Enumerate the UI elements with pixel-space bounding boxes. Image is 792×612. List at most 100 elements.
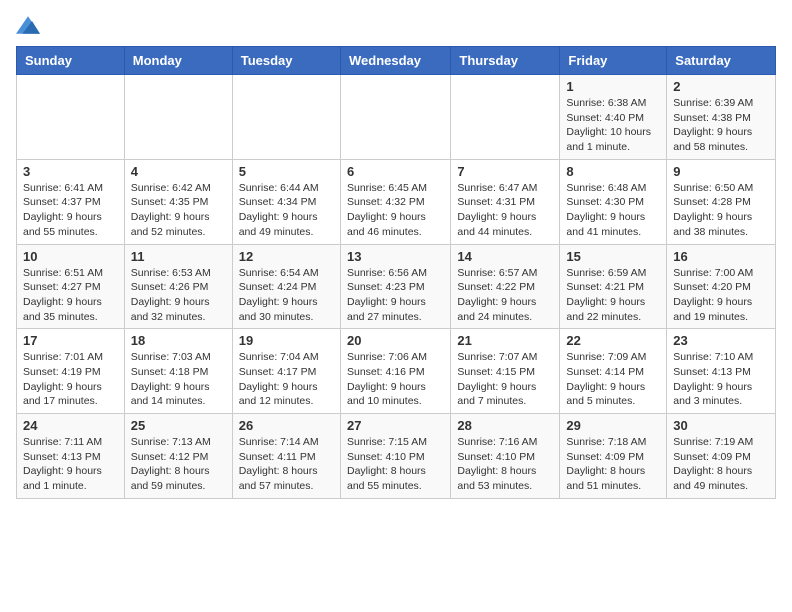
day-detail: Sunrise: 7:07 AM Sunset: 4:15 PM Dayligh… <box>457 350 553 409</box>
day-detail: Sunrise: 6:44 AM Sunset: 4:34 PM Dayligh… <box>239 181 334 240</box>
day-number: 30 <box>673 418 769 433</box>
day-number: 2 <box>673 79 769 94</box>
calendar-body: 1 Sunrise: 6:38 AM Sunset: 4:40 PM Daylig… <box>17 75 776 499</box>
calendar-week-2: 3Sunrise: 6:41 AM Sunset: 4:37 PM Daylig… <box>17 159 776 244</box>
day-detail: Sunrise: 7:03 AM Sunset: 4:18 PM Dayligh… <box>131 350 226 409</box>
day-number: 22 <box>566 333 660 348</box>
calendar-cell: 23 Sunrise: 7:10 AM Sunset: 4:13 PM Dayli… <box>667 329 776 414</box>
calendar-cell: 6Sunrise: 6:45 AM Sunset: 4:32 PM Daylig… <box>340 159 450 244</box>
calendar-week-3: 10 Sunrise: 6:51 AM Sunset: 4:27 PM Dayli… <box>17 244 776 329</box>
calendar-cell: 3Sunrise: 6:41 AM Sunset: 4:37 PM Daylig… <box>17 159 125 244</box>
calendar-cell: 7 Sunrise: 6:47 AM Sunset: 4:31 PM Daylig… <box>451 159 560 244</box>
day-detail: Sunrise: 7:15 AM Sunset: 4:10 PM Dayligh… <box>347 435 444 494</box>
day-number: 10 <box>23 249 118 264</box>
calendar-week-4: 17 Sunrise: 7:01 AM Sunset: 4:19 PM Dayli… <box>17 329 776 414</box>
day-detail: Sunrise: 7:18 AM Sunset: 4:09 PM Dayligh… <box>566 435 660 494</box>
day-number: 13 <box>347 249 444 264</box>
day-number: 26 <box>239 418 334 433</box>
calendar-cell: 27 Sunrise: 7:15 AM Sunset: 4:10 PM Dayli… <box>340 414 450 499</box>
day-number: 29 <box>566 418 660 433</box>
calendar-cell: 22 Sunrise: 7:09 AM Sunset: 4:14 PM Dayli… <box>560 329 667 414</box>
day-number: 4 <box>131 164 226 179</box>
logo-icon <box>16 16 40 34</box>
day-detail: Sunrise: 7:09 AM Sunset: 4:14 PM Dayligh… <box>566 350 660 409</box>
header-cell-sunday: Sunday <box>17 47 125 75</box>
calendar-cell <box>451 75 560 160</box>
calendar-cell: 8 Sunrise: 6:48 AM Sunset: 4:30 PM Daylig… <box>560 159 667 244</box>
day-detail: Sunrise: 6:59 AM Sunset: 4:21 PM Dayligh… <box>566 266 660 325</box>
day-detail: Sunrise: 6:47 AM Sunset: 4:31 PM Dayligh… <box>457 181 553 240</box>
calendar-cell: 5 Sunrise: 6:44 AM Sunset: 4:34 PM Daylig… <box>232 159 340 244</box>
calendar-cell: 21 Sunrise: 7:07 AM Sunset: 4:15 PM Dayli… <box>451 329 560 414</box>
day-detail: Sunrise: 7:01 AM Sunset: 4:19 PM Dayligh… <box>23 350 118 409</box>
header-cell-tuesday: Tuesday <box>232 47 340 75</box>
calendar-cell: 12Sunrise: 6:54 AM Sunset: 4:24 PM Dayli… <box>232 244 340 329</box>
calendar-cell: 4 Sunrise: 6:42 AM Sunset: 4:35 PM Daylig… <box>124 159 232 244</box>
calendar-cell: 26 Sunrise: 7:14 AM Sunset: 4:11 PM Dayli… <box>232 414 340 499</box>
day-number: 14 <box>457 249 553 264</box>
day-number: 16 <box>673 249 769 264</box>
day-detail: Sunrise: 6:57 AM Sunset: 4:22 PM Dayligh… <box>457 266 553 325</box>
page-header <box>16 16 776 34</box>
day-detail: Sunrise: 7:16 AM Sunset: 4:10 PM Dayligh… <box>457 435 553 494</box>
day-number: 6 <box>347 164 444 179</box>
calendar-cell: 10 Sunrise: 6:51 AM Sunset: 4:27 PM Dayli… <box>17 244 125 329</box>
calendar-cell: 19 Sunrise: 7:04 AM Sunset: 4:17 PM Dayli… <box>232 329 340 414</box>
calendar-cell: 1 Sunrise: 6:38 AM Sunset: 4:40 PM Daylig… <box>560 75 667 160</box>
day-number: 15 <box>566 249 660 264</box>
calendar-cell: 25Sunrise: 7:13 AM Sunset: 4:12 PM Dayli… <box>124 414 232 499</box>
calendar-cell: 24 Sunrise: 7:11 AM Sunset: 4:13 PM Dayli… <box>17 414 125 499</box>
calendar-cell: 17 Sunrise: 7:01 AM Sunset: 4:19 PM Dayli… <box>17 329 125 414</box>
calendar-cell <box>124 75 232 160</box>
day-number: 1 <box>566 79 660 94</box>
day-number: 23 <box>673 333 769 348</box>
day-detail: Sunrise: 6:42 AM Sunset: 4:35 PM Dayligh… <box>131 181 226 240</box>
calendar-cell: 28 Sunrise: 7:16 AM Sunset: 4:10 PM Dayli… <box>451 414 560 499</box>
day-detail: Sunrise: 7:04 AM Sunset: 4:17 PM Dayligh… <box>239 350 334 409</box>
day-number: 19 <box>239 333 334 348</box>
day-number: 5 <box>239 164 334 179</box>
calendar-cell: 30 Sunrise: 7:19 AM Sunset: 4:09 PM Dayli… <box>667 414 776 499</box>
header-cell-thursday: Thursday <box>451 47 560 75</box>
calendar-cell <box>232 75 340 160</box>
header-cell-monday: Monday <box>124 47 232 75</box>
calendar-week-5: 24 Sunrise: 7:11 AM Sunset: 4:13 PM Dayli… <box>17 414 776 499</box>
day-detail: Sunrise: 6:38 AM Sunset: 4:40 PM Dayligh… <box>566 96 660 155</box>
day-detail: Sunrise: 7:14 AM Sunset: 4:11 PM Dayligh… <box>239 435 334 494</box>
day-detail: Sunrise: 6:56 AM Sunset: 4:23 PM Dayligh… <box>347 266 444 325</box>
header-cell-wednesday: Wednesday <box>340 47 450 75</box>
day-detail: Sunrise: 7:10 AM Sunset: 4:13 PM Dayligh… <box>673 350 769 409</box>
day-number: 24 <box>23 418 118 433</box>
day-detail: Sunrise: 6:41 AM Sunset: 4:37 PM Dayligh… <box>23 181 118 240</box>
day-detail: Sunrise: 7:00 AM Sunset: 4:20 PM Dayligh… <box>673 266 769 325</box>
day-detail: Sunrise: 6:51 AM Sunset: 4:27 PM Dayligh… <box>23 266 118 325</box>
calendar-cell: 16 Sunrise: 7:00 AM Sunset: 4:20 PM Dayli… <box>667 244 776 329</box>
day-number: 28 <box>457 418 553 433</box>
day-detail: Sunrise: 7:06 AM Sunset: 4:16 PM Dayligh… <box>347 350 444 409</box>
calendar-cell: 20 Sunrise: 7:06 AM Sunset: 4:16 PM Dayli… <box>340 329 450 414</box>
day-detail: Sunrise: 6:48 AM Sunset: 4:30 PM Dayligh… <box>566 181 660 240</box>
calendar-cell: 14 Sunrise: 6:57 AM Sunset: 4:22 PM Dayli… <box>451 244 560 329</box>
calendar-cell: 2 Sunrise: 6:39 AM Sunset: 4:38 PM Daylig… <box>667 75 776 160</box>
calendar-header: SundayMondayTuesdayWednesdayThursdayFrid… <box>17 47 776 75</box>
calendar-week-1: 1 Sunrise: 6:38 AM Sunset: 4:40 PM Daylig… <box>17 75 776 160</box>
day-number: 25 <box>131 418 226 433</box>
calendar-cell: 18 Sunrise: 7:03 AM Sunset: 4:18 PM Dayli… <box>124 329 232 414</box>
day-number: 11 <box>131 249 226 264</box>
day-number: 27 <box>347 418 444 433</box>
day-number: 17 <box>23 333 118 348</box>
day-number: 20 <box>347 333 444 348</box>
day-detail: Sunrise: 7:11 AM Sunset: 4:13 PM Dayligh… <box>23 435 118 494</box>
calendar-cell: 9 Sunrise: 6:50 AM Sunset: 4:28 PM Daylig… <box>667 159 776 244</box>
day-number: 21 <box>457 333 553 348</box>
day-number: 18 <box>131 333 226 348</box>
day-detail: Sunrise: 7:19 AM Sunset: 4:09 PM Dayligh… <box>673 435 769 494</box>
day-number: 8 <box>566 164 660 179</box>
calendar-cell <box>340 75 450 160</box>
day-detail: Sunrise: 6:50 AM Sunset: 4:28 PM Dayligh… <box>673 181 769 240</box>
day-number: 9 <box>673 164 769 179</box>
header-row: SundayMondayTuesdayWednesdayThursdayFrid… <box>17 47 776 75</box>
day-number: 7 <box>457 164 553 179</box>
day-detail: Sunrise: 6:53 AM Sunset: 4:26 PM Dayligh… <box>131 266 226 325</box>
day-detail: Sunrise: 6:39 AM Sunset: 4:38 PM Dayligh… <box>673 96 769 155</box>
